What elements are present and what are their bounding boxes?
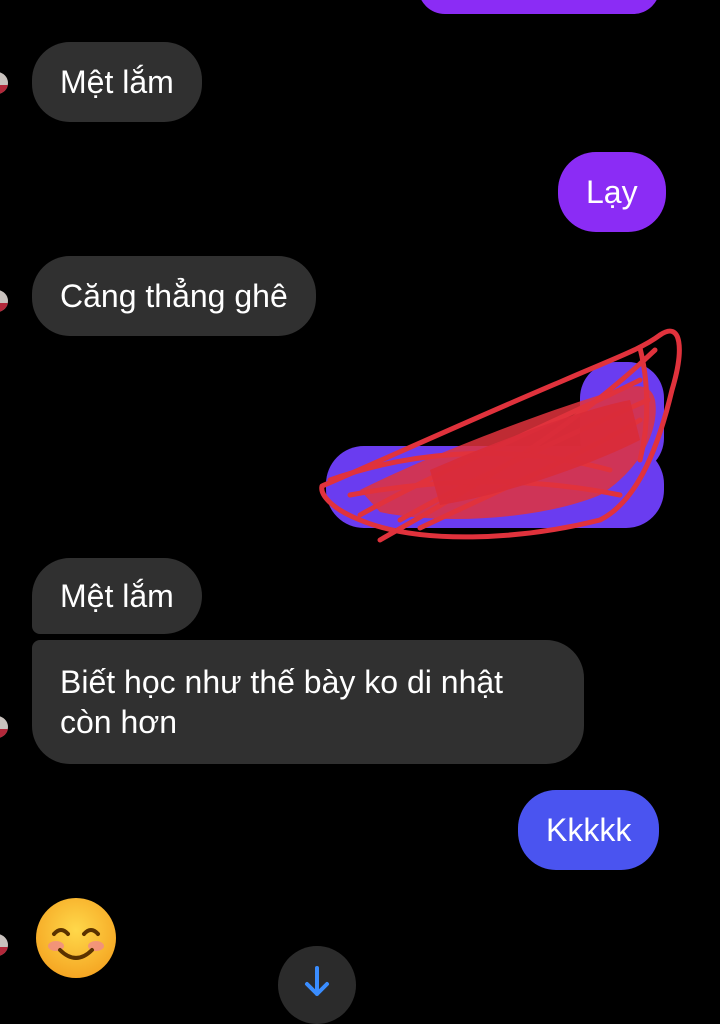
message-bubble-outgoing[interactable]: Kkkkk [518, 790, 660, 870]
contact-avatar[interactable] [0, 72, 8, 94]
contact-avatar[interactable] [0, 934, 8, 956]
contact-avatar[interactable] [0, 716, 8, 738]
message-text: Căng thẳng ghê [60, 278, 288, 314]
message-bubble-incoming[interactable]: Mệt lắm [32, 558, 202, 634]
arrow-down-icon [305, 966, 329, 996]
message-text: Mệt lắm [60, 64, 174, 100]
message-text: Biết học như thế bày ko di nhật còn hơn [60, 664, 504, 740]
message-bubble-outgoing[interactable]: Lạy [558, 152, 666, 232]
smiling-face-emoji-icon[interactable] [34, 896, 118, 980]
message-text: Kkkkk [546, 812, 632, 848]
scroll-to-bottom-button[interactable] [278, 946, 356, 1024]
message-bubble-outgoing-redacted[interactable] [326, 446, 664, 528]
message-bubble-incoming[interactable]: Mệt lắm [32, 42, 202, 122]
message-text: Lạy [586, 174, 638, 210]
message-bubble-incoming[interactable]: Căng thẳng ghê [32, 256, 316, 336]
message-bubble-outgoing-partial[interactable] [418, 0, 660, 14]
message-bubble-incoming[interactable]: Biết học như thế bày ko di nhật còn hơn [32, 640, 584, 764]
contact-avatar[interactable] [0, 290, 8, 312]
message-text: Mệt lắm [60, 578, 174, 614]
